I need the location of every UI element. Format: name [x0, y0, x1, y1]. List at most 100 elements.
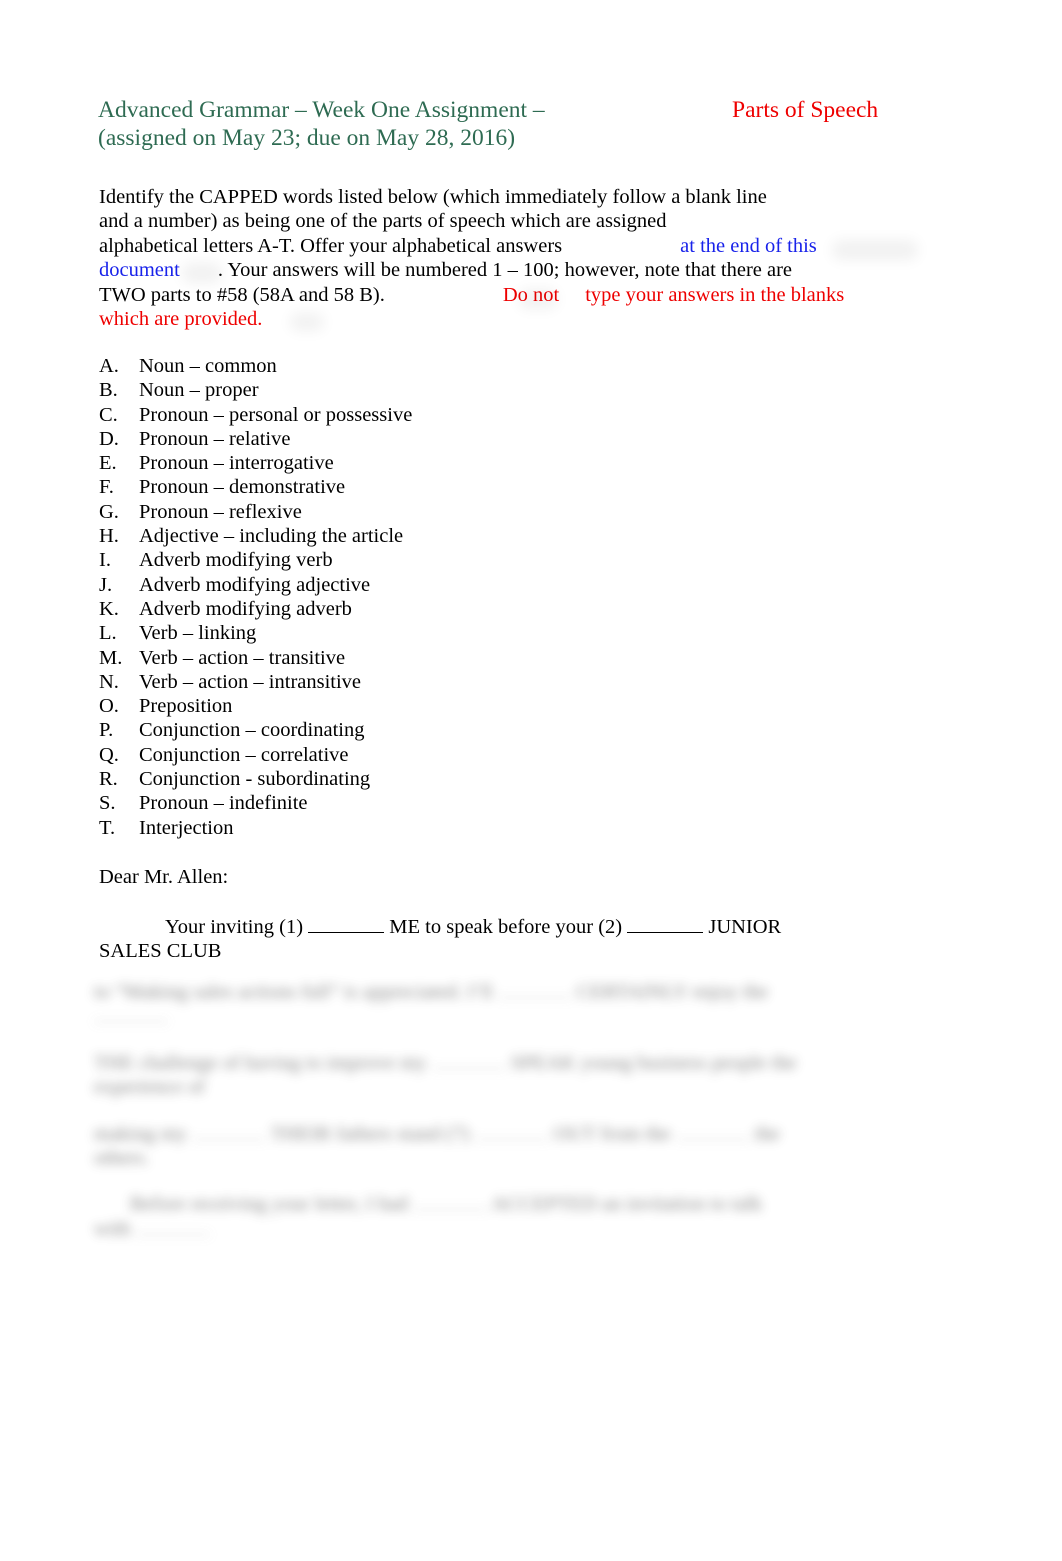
answers-location-link-part-2: document — [99, 259, 180, 282]
list-item-label: Adverb modifying verb — [139, 549, 333, 572]
list-item-letter: O. — [99, 695, 119, 718]
blurred-line: making my THEIR fathers stand (7) OUT fr… — [94, 1122, 780, 1145]
warning-do-not: Do not — [502, 283, 560, 306]
answer-blank — [191, 1122, 266, 1140]
answer-blank — [675, 1122, 750, 1140]
list-item-label: Pronoun – demonstrative — [139, 476, 346, 499]
answer-blank — [431, 1051, 506, 1069]
blurred-paragraph: to “Making sales actions full” is apprec… — [94, 980, 962, 1029]
list-item-letter: H. — [99, 525, 119, 548]
blurred-line: others. — [94, 1147, 150, 1170]
blurred-paragraph: Before receiving your letter, I had ACCE… — [94, 1192, 962, 1241]
list-item-label: Preposition — [139, 695, 233, 718]
instructions-line-4-text: . Your answers will be numbered 1 – 100;… — [217, 259, 793, 282]
list-item-letter: J. — [99, 573, 113, 596]
list-item-letter: Q. — [99, 743, 119, 766]
list-item-letter: A. — [99, 355, 119, 377]
list-item-letter: P. — [99, 719, 114, 742]
letter-body-text-2: ME to speak before your (2) — [389, 916, 623, 938]
blurred-line: THE challenge of having to improve my SP… — [94, 1051, 797, 1074]
list-item-letter: K. — [99, 597, 119, 620]
instructions-line-3: alphabetical letters A-T. Offer your alp… — [99, 234, 959, 258]
document-header: Advanced Grammar – Week One Assignment –… — [98, 96, 978, 152]
list-item-label: Pronoun – indefinite — [139, 792, 308, 815]
list-item-label: Noun – proper — [139, 379, 259, 402]
blurred-line — [94, 1004, 962, 1028]
answer-blank — [135, 1217, 210, 1235]
list-item-letter: N. — [99, 670, 119, 693]
answer-blank — [94, 1005, 168, 1023]
list-item: R. Conjunction - subordinating — [99, 767, 699, 791]
list-item: I. Adverb modifying verb — [99, 548, 699, 572]
list-item: E. Pronoun – interrogative — [99, 451, 699, 475]
list-item: T. Interjection — [99, 816, 699, 840]
list-item-letter: C. — [99, 403, 118, 426]
assignment-title-block: Advanced Grammar – Week One Assignment –… — [98, 96, 638, 152]
page-title: Parts of Speech — [732, 97, 879, 123]
blurred-text-region: to “Making sales actions full” is apprec… — [94, 980, 962, 1272]
letter-body-text-3: JUNIOR — [708, 916, 782, 938]
instructions-line-5-text: TWO parts to #58 (58A and 58 B). — [99, 283, 385, 306]
list-item: C. Pronoun – personal or possessive — [99, 403, 699, 427]
list-item: A. Noun – common — [99, 354, 699, 378]
list-item-label: Noun – common — [139, 355, 277, 377]
list-item: D. Pronoun – relative — [99, 427, 699, 451]
answer-blank — [497, 981, 572, 998]
blurred-line: Before receiving your letter, I had ACCE… — [94, 1193, 763, 1216]
list-item: O. Preposition — [99, 694, 699, 718]
answer-blank-2[interactable] — [627, 915, 704, 933]
list-item: B. Noun – proper — [99, 378, 699, 402]
list-item-letter: S. — [99, 792, 116, 815]
list-item-label: Pronoun – reflexive — [139, 500, 302, 523]
instructions-paragraph: Identify the CAPPED words listed below (… — [99, 185, 959, 331]
answer-blank — [474, 1122, 549, 1140]
blurred-paragraph: THE challenge of having to improve my SP… — [94, 1051, 962, 1100]
instructions-line-6: which are provided. — [99, 308, 263, 331]
list-item-letter: G. — [99, 500, 119, 523]
list-item-label: Adverb modifying adjective — [139, 573, 371, 596]
list-item-label: Conjunction – correlative — [139, 743, 349, 766]
document-page: Advanced Grammar – Week One Assignment –… — [0, 0, 1062, 1561]
assignment-title-line-2: (assigned on May 23; due on May 28, 2016… — [98, 125, 516, 151]
list-item-letter: E. — [99, 452, 117, 475]
list-item-letter: M. — [99, 646, 123, 669]
list-item-label: Adverb modifying adverb — [139, 597, 352, 620]
list-item: K. Adverb modifying adverb — [99, 597, 699, 621]
header-row: Advanced Grammar – Week One Assignment –… — [98, 96, 978, 152]
list-item-letter: R. — [99, 768, 118, 791]
blurred-line: to “Making sales actions full” is apprec… — [94, 981, 769, 1003]
instructions-line-4: document . Your answers will be numbered … — [99, 258, 959, 282]
instructions-line-5: TWO parts to #58 (58A and 58 B). Do not ty… — [99, 283, 959, 307]
letter-body-line-2: SALES CLUB — [99, 940, 222, 963]
list-item-letter: I. — [99, 549, 111, 572]
list-item-letter: B. — [99, 379, 118, 402]
assignment-title-line-1: Advanced Grammar – Week One Assignment – — [98, 97, 545, 123]
warning-text: type your answers in the blanks — [585, 283, 845, 306]
answer-blank — [413, 1193, 488, 1211]
blurred-line: with — [94, 1217, 962, 1241]
list-item-label: Pronoun – relative — [139, 427, 291, 450]
list-item: M. Verb – action – transitive — [99, 646, 699, 670]
list-item: Q. Conjunction – correlative — [99, 743, 699, 767]
list-item: H. Adjective – including the article — [99, 524, 699, 548]
parts-of-speech-list: A. Noun – common B. Noun – proper C. Pronoun … — [99, 354, 699, 840]
instructions-line-2: and a number) as being one of the parts … — [99, 210, 667, 233]
list-item-letter: L. — [99, 622, 117, 645]
list-item-label: Pronoun – interrogative — [139, 452, 334, 475]
answer-blank-1[interactable] — [308, 915, 385, 933]
list-item-label: Adjective – including the article — [139, 525, 404, 548]
letter-body-text-1: Your inviting (1) — [165, 916, 304, 938]
list-item: N. Verb – action – intransitive — [99, 670, 699, 694]
list-item-label: Pronoun – personal or possessive — [139, 403, 413, 426]
list-item: G. Pronoun – reflexive — [99, 500, 699, 524]
instructions-line-1: Identify the CAPPED words listed below (… — [99, 186, 767, 208]
list-item-label: Conjunction – coordinating — [139, 719, 365, 742]
answers-location-link-part-1: at the end of this — [680, 234, 817, 257]
list-item: S. Pronoun – indefinite — [99, 791, 699, 815]
letter-body-line-1: Your inviting (1) ME to speak before you… — [99, 915, 959, 939]
list-item: P. Conjunction – coordinating — [99, 718, 699, 742]
list-item-label: Verb – action – transitive — [139, 646, 346, 669]
letter-body-paragraph: Your inviting (1) ME to speak before you… — [99, 915, 959, 964]
list-item: L. Verb – linking — [99, 621, 699, 645]
instructions-line-3-text: alphabetical letters A-T. Offer your alp… — [99, 234, 563, 257]
